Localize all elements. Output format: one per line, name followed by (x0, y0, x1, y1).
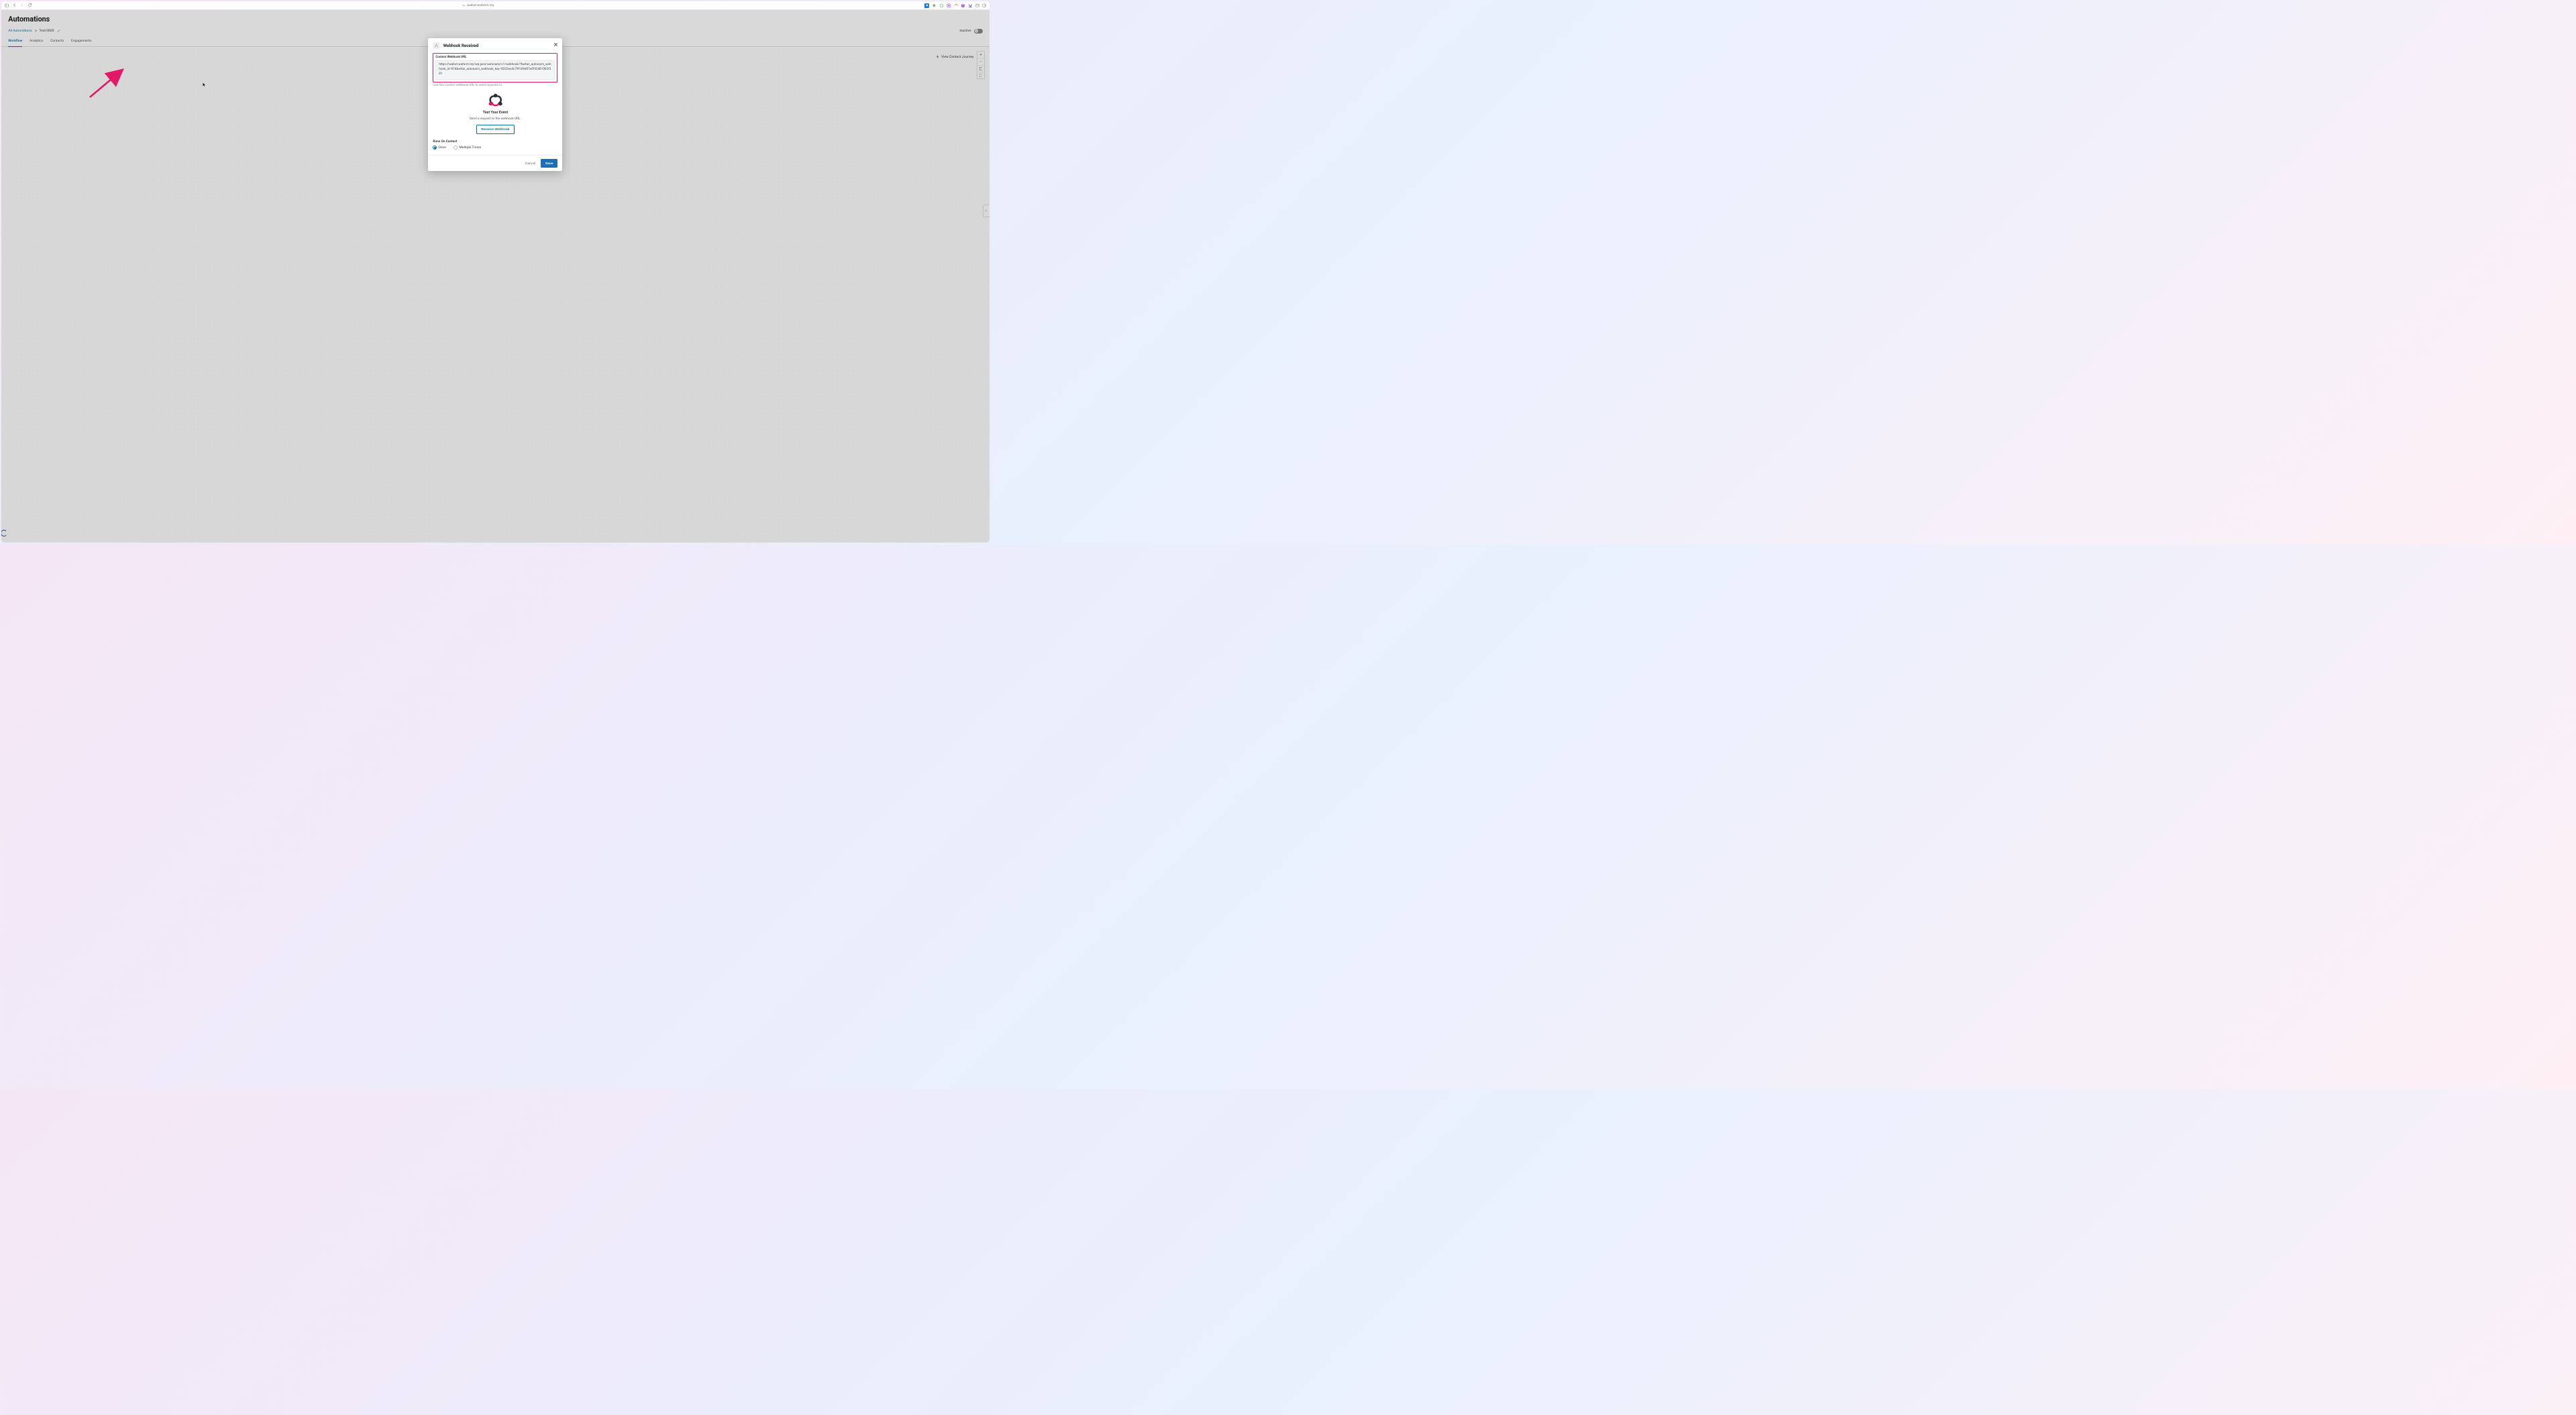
test-event-subtitle: Send a request to the webhook URL. (433, 117, 557, 121)
extension-icon[interactable] (932, 3, 936, 8)
test-event-title: Test Your Event (433, 111, 557, 115)
extension-icon[interactable] (961, 3, 965, 8)
modal-title: Webhook Received (443, 43, 478, 48)
webhook-graphic-icon (433, 92, 557, 108)
extension-icon[interactable] (947, 3, 951, 8)
link-icon (462, 4, 466, 7)
forward-icon (20, 3, 24, 7)
webhook-url-label: Custom Webhook URL (435, 56, 555, 59)
back-icon[interactable] (12, 3, 16, 7)
close-button[interactable] (553, 42, 558, 49)
webhook-url-highlight: Custom Webhook URL https://wabot.waform.… (433, 53, 557, 82)
webhook-modal: Webhook Received Custom Webhook URL http… (428, 38, 562, 171)
webhook-modal-icon (433, 42, 440, 50)
panel-toggle-icon[interactable] (982, 3, 986, 7)
extension-icon[interactable] (954, 3, 959, 8)
runs-on-contact-label: Runs On Contact (433, 140, 557, 144)
url-text: wabot.waform.my (467, 3, 494, 7)
radio-once[interactable]: Once (433, 146, 446, 150)
close-icon (553, 42, 558, 47)
extension-icon[interactable] (924, 3, 929, 8)
receive-webhook-button[interactable]: Receive Webhook (476, 125, 515, 134)
radio-multiple[interactable]: Multiple Times (453, 146, 481, 150)
extensions-menu-icon[interactable] (975, 3, 979, 7)
extension-icon[interactable] (968, 3, 973, 8)
radio-icon (453, 146, 458, 150)
extension-icon[interactable] (939, 3, 944, 8)
webhook-url-hint: Use this custom webhook URL to send requ… (433, 84, 557, 87)
address-bar[interactable]: wabot.waform.my (36, 3, 921, 7)
save-button[interactable]: Save (541, 159, 558, 167)
reload-icon[interactable] (28, 3, 32, 7)
webhook-url-value[interactable]: https://wabot.waform.my/wp-json/autonami… (435, 60, 555, 80)
browser-toolbar: wabot.waform.my (1, 1, 989, 10)
sidebar-toggle-icon[interactable] (5, 3, 9, 7)
radio-icon (433, 146, 437, 150)
cancel-button[interactable]: Cancel (524, 159, 537, 167)
